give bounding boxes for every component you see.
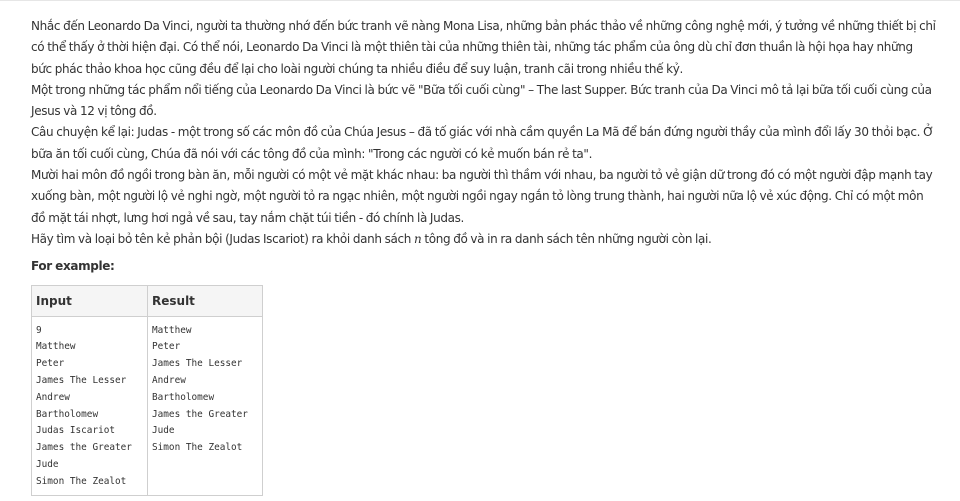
input-line: Bartholomew bbox=[36, 408, 99, 420]
paragraph-story: Câu chuyện kể lại: Judas - một trong số … bbox=[31, 125, 934, 161]
input-column-header: Input bbox=[31, 284, 148, 317]
result-line: Simon The Zealot bbox=[152, 442, 243, 454]
input-line: Jude bbox=[36, 458, 59, 470]
paragraph-intro: Nhắc đến Leonardo Da Vinci, người ta thư… bbox=[31, 19, 936, 76]
paragraph-task: Hãy tìm và loại bỏ tên kẻ phản bội (Juda… bbox=[31, 229, 936, 250]
input-line: Judas Iscariot bbox=[36, 425, 116, 437]
example-table-header-row: Input Result bbox=[31, 284, 263, 317]
result-column-header: Result bbox=[147, 284, 263, 317]
task-text-after: tông đồ và in ra danh sách tên những ngư… bbox=[421, 231, 712, 246]
result-line: Bartholomew bbox=[152, 391, 215, 403]
input-line: Simon The Zealot bbox=[36, 475, 127, 487]
top-divider bbox=[0, 0, 960, 1]
input-line: James The Lesser bbox=[36, 374, 127, 386]
result-line: James The Lesser bbox=[152, 358, 243, 370]
result-line: Andrew bbox=[152, 374, 186, 386]
result-line: Jude bbox=[152, 425, 175, 437]
input-line: Matthew bbox=[36, 341, 76, 353]
result-line: Matthew bbox=[152, 324, 192, 336]
input-line: James the Greater bbox=[36, 442, 132, 454]
result-cell: Matthew Peter James The Lesser Andrew Ba… bbox=[147, 315, 263, 496]
paragraph-disciples: Mười hai môn đồ ngồi trong bàn ăn, mỗi n… bbox=[31, 168, 933, 225]
problem-statement: Nhắc đến Leonardo Da Vinci, người ta thư… bbox=[31, 16, 936, 496]
task-text-before: Hãy tìm và loại bỏ tên kẻ phản bội (Juda… bbox=[31, 231, 414, 246]
example-table: Input Result 9 Matthew Peter James The L… bbox=[31, 284, 263, 496]
input-line: Peter bbox=[36, 358, 65, 370]
input-line: 9 bbox=[36, 324, 42, 336]
input-line: Andrew bbox=[36, 391, 70, 403]
result-line: Peter bbox=[152, 341, 181, 353]
result-line: James the Greater bbox=[152, 408, 248, 420]
input-cell: 9 Matthew Peter James The Lesser Andrew … bbox=[31, 315, 148, 496]
example-heading: For example: bbox=[31, 259, 115, 274]
example-table-row: 9 Matthew Peter James The Lesser Andrew … bbox=[31, 315, 263, 496]
paragraph-last-supper: Một trong những tác phẩm nổi tiếng của L… bbox=[31, 82, 932, 119]
